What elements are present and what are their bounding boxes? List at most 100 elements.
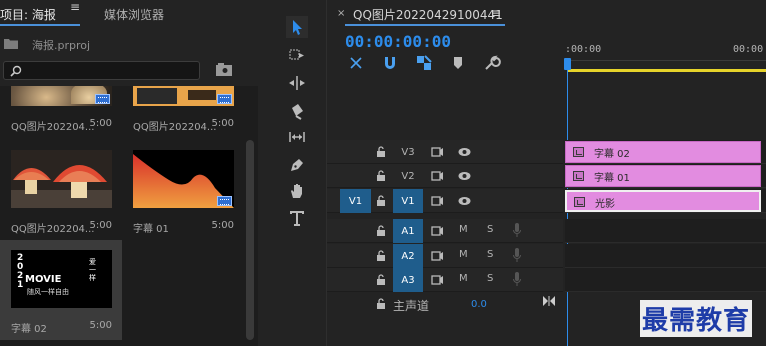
- track-target[interactable]: A1: [393, 219, 423, 243]
- mute-button[interactable]: M: [459, 273, 468, 284]
- ripple-edit-tool[interactable]: [286, 72, 308, 94]
- tools-panel: [278, 0, 318, 346]
- panel-menu-icon[interactable]: ≡: [70, 0, 80, 14]
- track-header: V3: [327, 140, 563, 164]
- sync-lock-icon[interactable]: [431, 171, 443, 181]
- microphone-icon[interactable]: [513, 272, 521, 287]
- solo-button[interactable]: S: [487, 224, 493, 235]
- clip-thumbnail: [133, 150, 234, 208]
- selection-tool[interactable]: [286, 16, 308, 38]
- solo-button[interactable]: S: [487, 273, 493, 284]
- clip-light-shadow[interactable]: 光影: [565, 190, 761, 212]
- track-target[interactable]: A3: [393, 268, 423, 292]
- clip-duration: 5:00: [211, 220, 234, 231]
- hand-tool[interactable]: [286, 180, 308, 202]
- track-a3: A3 M S: [327, 268, 766, 292]
- clip-thumbnail: 2021 MOVIE 随风一样自由 爱一样: [11, 250, 112, 308]
- ruler-label-start: :00:00: [565, 44, 602, 55]
- track-target[interactable]: A2: [393, 244, 423, 268]
- clip-name: 字幕 02: [11, 324, 47, 335]
- sync-lock-icon[interactable]: [431, 147, 443, 157]
- solo-button[interactable]: S: [487, 249, 493, 260]
- nest-toggle-icon[interactable]: [347, 54, 365, 72]
- sync-lock-icon[interactable]: [431, 275, 443, 285]
- track-lane[interactable]: [565, 244, 766, 268]
- poster-title-text: MOVIE: [25, 274, 62, 285]
- work-area-bar[interactable]: [567, 69, 766, 72]
- master-volume-value[interactable]: 0.0: [471, 299, 487, 310]
- new-bin-button[interactable]: [215, 63, 233, 77]
- lock-icon[interactable]: [376, 274, 386, 285]
- tab-media-browser[interactable]: 媒体浏览器: [104, 6, 164, 23]
- poster-tagline-text: 随风一样自由: [27, 288, 69, 296]
- track-v3: V3 字幕 02: [327, 140, 766, 164]
- lock-icon[interactable]: [376, 225, 386, 236]
- add-marker-icon[interactable]: [449, 54, 467, 72]
- lock-icon[interactable]: [376, 170, 386, 181]
- track-header: A1 M S: [327, 219, 563, 243]
- track-header: A2 M S: [327, 244, 563, 268]
- sync-lock-icon[interactable]: [431, 251, 443, 261]
- sync-lock-icon[interactable]: [431, 226, 443, 236]
- fx-badge-icon: [574, 197, 585, 207]
- project-item-5[interactable]: 2021 MOVIE 随风一样自由 爱一样 字幕 02 5:00: [0, 240, 122, 340]
- track-lane[interactable]: 字幕 02: [565, 140, 766, 164]
- lock-icon[interactable]: [376, 195, 386, 206]
- project-item-2[interactable]: QQ图片202204... 5:00: [122, 86, 244, 140]
- track-select-tool[interactable]: [286, 44, 308, 66]
- playhead-handle[interactable]: [564, 58, 571, 70]
- project-item-3[interactable]: QQ图片202204... 5:00: [0, 140, 122, 235]
- microphone-icon[interactable]: [513, 248, 521, 263]
- go-to-end-icon[interactable]: [543, 296, 555, 306]
- source-patch-v1[interactable]: V1: [340, 189, 371, 213]
- lock-icon[interactable]: [376, 250, 386, 261]
- eye-icon[interactable]: [458, 196, 471, 206]
- sequence-tab-title[interactable]: QQ图片20220429100441: [353, 6, 503, 23]
- project-item-4[interactable]: 字幕 01 5:00: [122, 140, 244, 235]
- poster-year-text: 2021: [17, 253, 24, 290]
- image-sequence-badge: [217, 94, 232, 104]
- razor-icon: [292, 104, 303, 120]
- master-track-label: 主声道: [393, 299, 430, 313]
- lock-icon[interactable]: [376, 146, 386, 157]
- linked-selection-icon[interactable]: [415, 54, 433, 72]
- project-item-1[interactable]: QQ图片202204... 5:00: [0, 86, 122, 140]
- pen-tool[interactable]: [286, 154, 308, 176]
- clip-duration: 5:00: [89, 118, 112, 129]
- search-input[interactable]: [3, 61, 200, 80]
- mute-button[interactable]: M: [459, 224, 468, 235]
- wrench-settings-icon[interactable]: [483, 54, 501, 72]
- razor-tool[interactable]: [286, 100, 308, 122]
- ruler-label-next: 00:00: [733, 44, 764, 55]
- close-icon[interactable]: ×: [337, 8, 345, 19]
- playhead-timecode[interactable]: 00:00:00:00: [345, 32, 451, 51]
- track-lane[interactable]: 光影: [565, 189, 766, 213]
- fx-badge-icon: [573, 171, 584, 181]
- track-lane[interactable]: [565, 268, 766, 292]
- image-sequence-badge: [95, 94, 110, 104]
- track-a1: A1 M S: [327, 219, 766, 243]
- poster-side-text: 爱一样: [89, 258, 96, 282]
- slip-tool[interactable]: [286, 126, 308, 148]
- track-target[interactable]: V3: [393, 140, 423, 164]
- eye-icon[interactable]: [458, 147, 471, 157]
- track-target[interactable]: V1: [393, 189, 423, 213]
- clip-subtitle-01[interactable]: 字幕 01: [565, 165, 761, 187]
- track-lane[interactable]: [565, 219, 766, 243]
- track-header: V2: [327, 164, 563, 188]
- clip-name: QQ图片202204...: [133, 122, 217, 133]
- tab-project[interactable]: 项目: 海报: [0, 6, 56, 23]
- mute-button[interactable]: M: [459, 249, 468, 260]
- microphone-icon[interactable]: [513, 223, 521, 238]
- type-tool[interactable]: [286, 207, 308, 229]
- panel-menu-icon[interactable]: ≡: [491, 6, 501, 20]
- track-target[interactable]: V2: [393, 164, 423, 188]
- track-header: V1 V1: [327, 189, 563, 213]
- clip-subtitle-02[interactable]: 字幕 02: [565, 141, 761, 163]
- snap-magnet-icon[interactable]: [381, 54, 399, 72]
- eye-icon[interactable]: [458, 171, 471, 181]
- track-lane[interactable]: 字幕 01: [565, 164, 766, 188]
- lock-icon[interactable]: [376, 298, 386, 309]
- project-scrollbar[interactable]: [246, 140, 254, 340]
- sync-lock-icon[interactable]: [431, 196, 443, 206]
